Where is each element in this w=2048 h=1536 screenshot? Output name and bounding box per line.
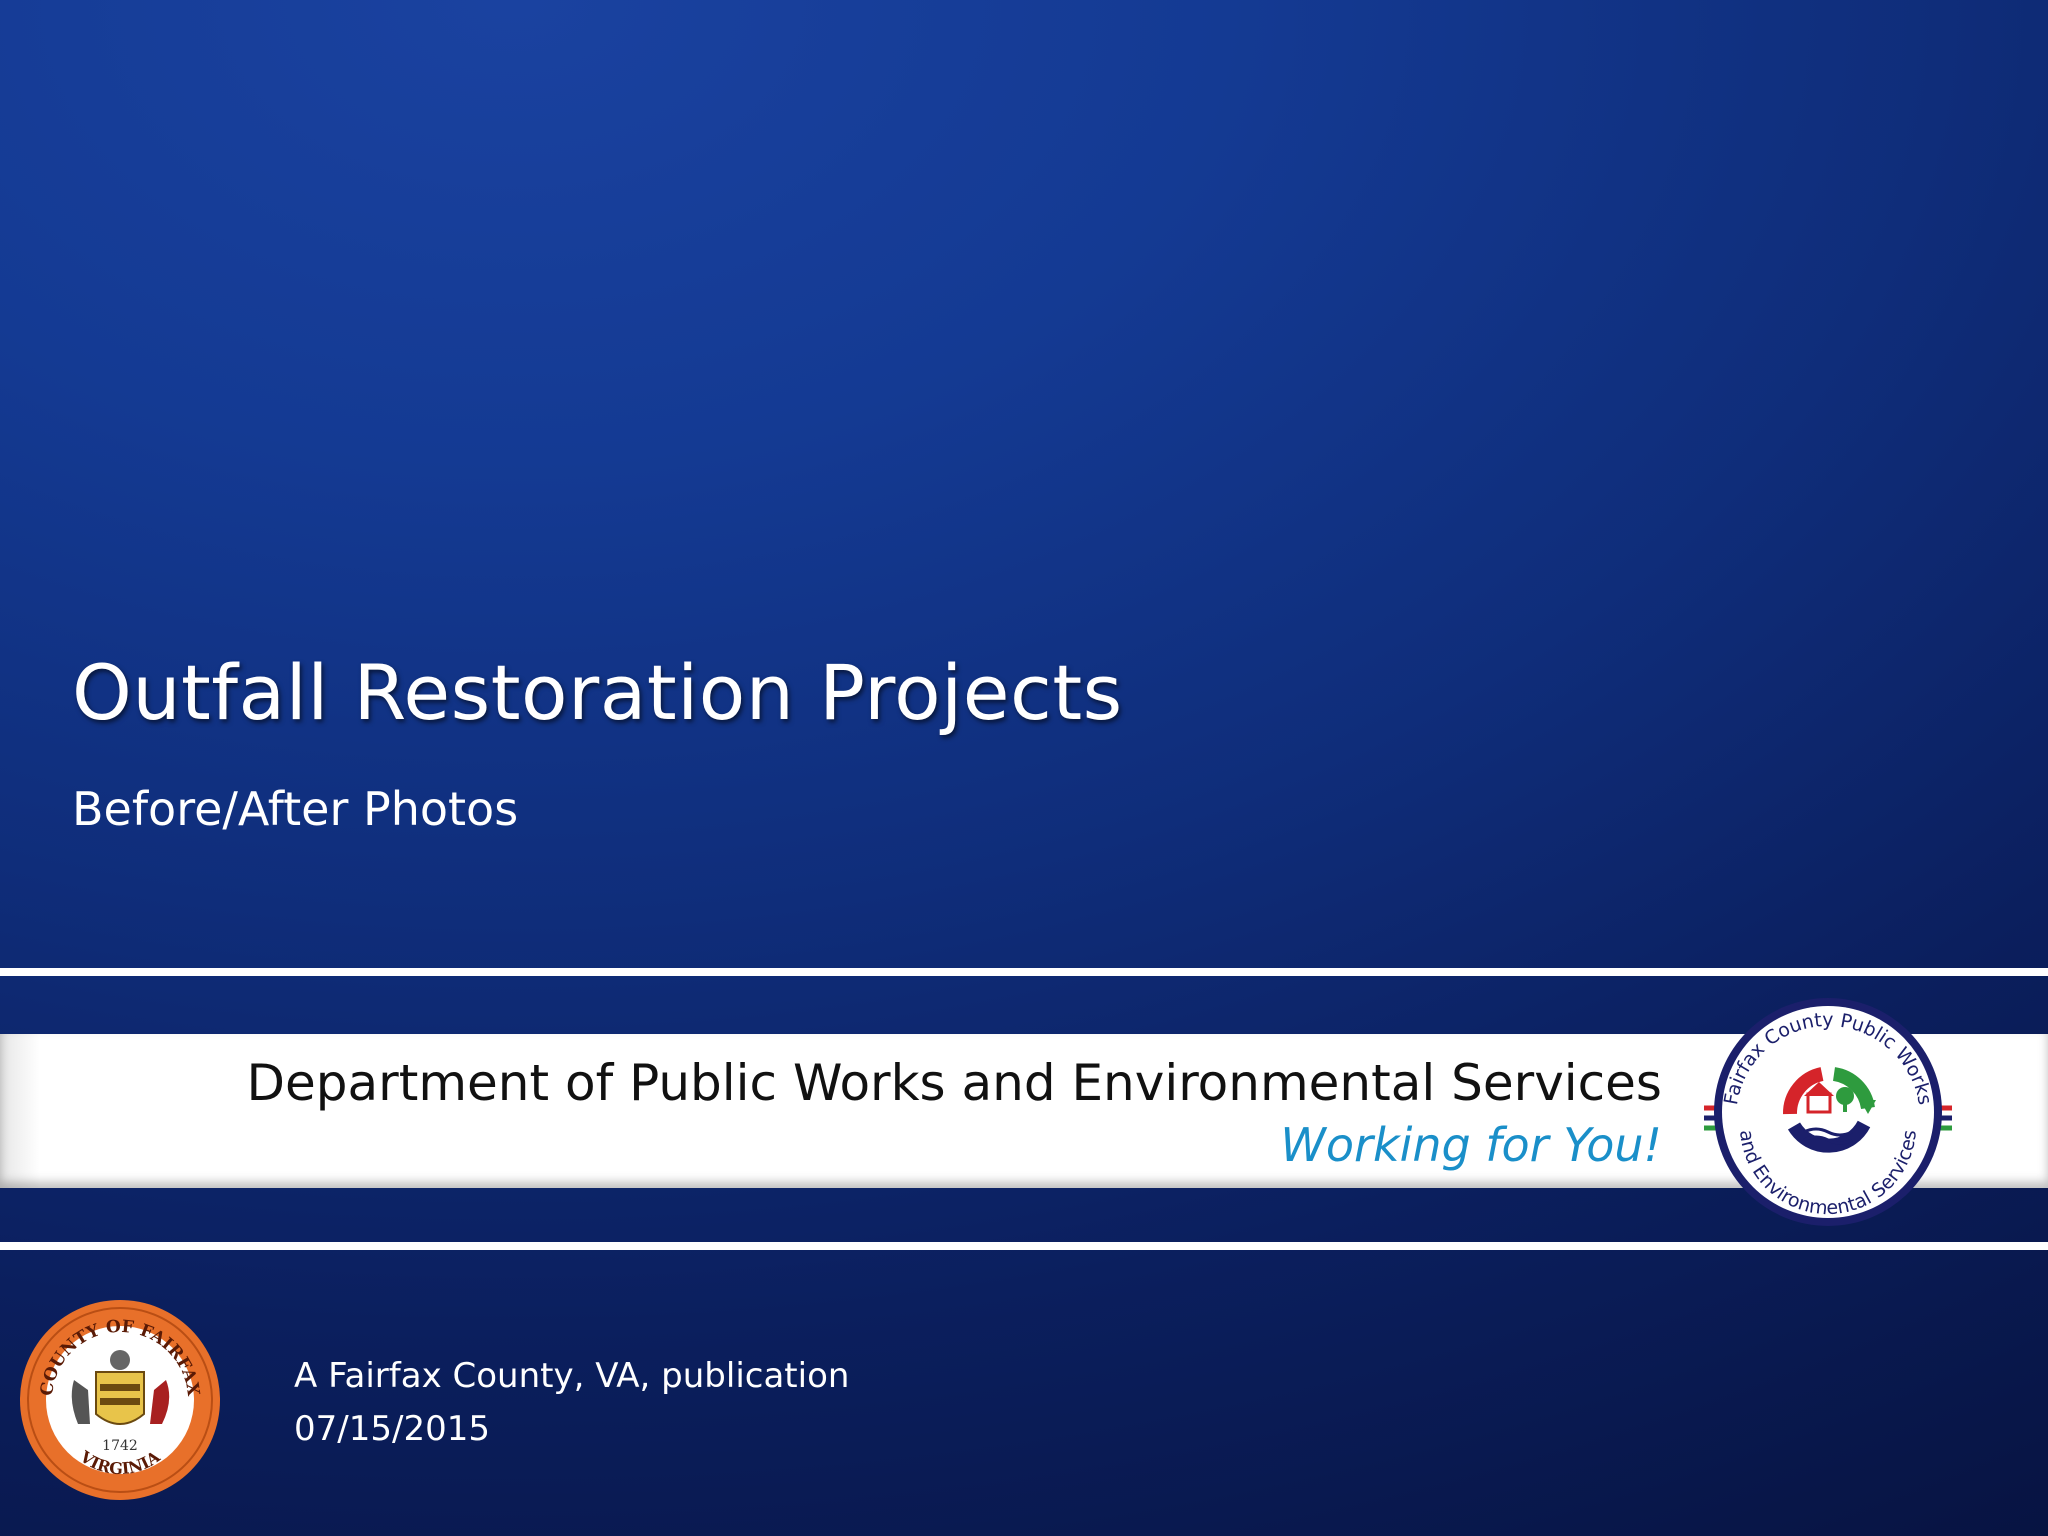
department-tagline: Working for You!	[1280, 1118, 1662, 1172]
publication-date: 07/15/2015	[294, 1409, 490, 1449]
svg-text:1742: 1742	[102, 1438, 138, 1454]
divider-top	[0, 968, 2048, 976]
slide-title: Outfall Restoration Projects	[72, 648, 1123, 737]
divider-bottom	[0, 1242, 2048, 1250]
department-name: Department of Public Works and Environme…	[246, 1054, 1662, 1112]
county-seal-icon: COUNTY OF FAIRFAX VIRGINIA 1742	[20, 1300, 220, 1500]
publication-credit: A Fairfax County, VA, publication	[294, 1356, 850, 1396]
slide-subtitle: Before/After Photos	[72, 782, 519, 836]
dpwes-logo-icon: Fairfax County Public Works and Environm…	[1704, 998, 1952, 1226]
